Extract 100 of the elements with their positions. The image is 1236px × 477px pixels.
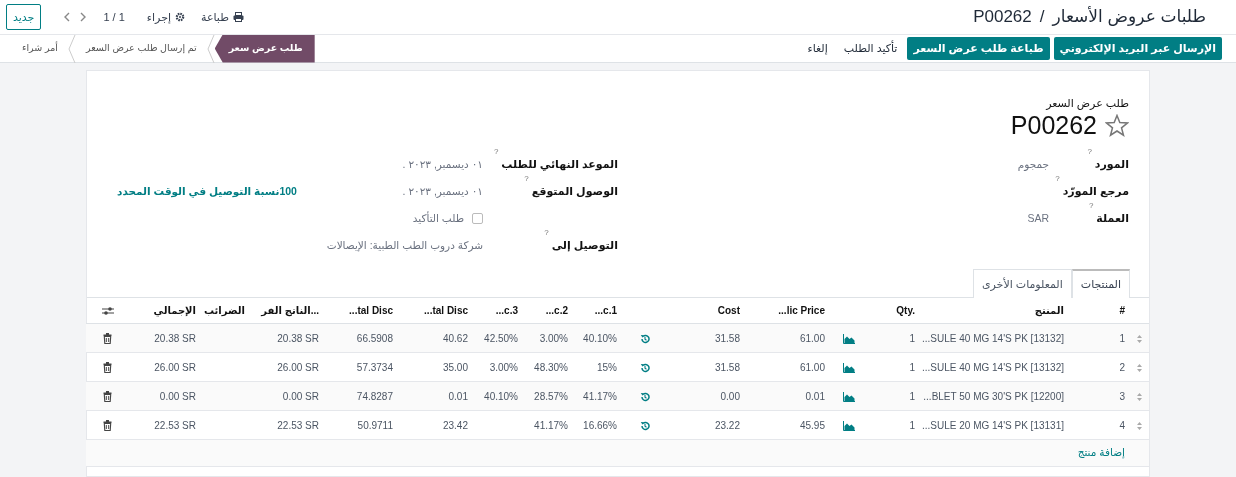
pager-value: 1 / 1 <box>103 9 125 25</box>
checkbox[interactable] <box>472 213 483 224</box>
column-header[interactable]: ...الناتج الفر <box>261 302 319 318</box>
column-header[interactable]: Qty. <box>896 302 915 318</box>
trash-icon[interactable] <box>103 362 112 374</box>
breadcrumb-separator: / <box>1039 6 1045 29</box>
action-button[interactable]: الإرسال عبر البريد الإلكتروني <box>1053 37 1222 60</box>
table-cell-text: 40.10% <box>583 331 617 346</box>
table-cell-text: 1 <box>909 331 915 346</box>
table-cell-text: 0.00 <box>720 389 740 404</box>
star-icon[interactable] <box>1105 113 1129 137</box>
column-header[interactable]: الضرائب <box>203 302 245 318</box>
field-value: ٠١ ديسمبر, ٢٠٢٣ . <box>402 183 483 200</box>
table-cell-text: 35.00 <box>442 360 468 375</box>
table-cell-text: 1 <box>1119 331 1125 346</box>
add-line-link[interactable]: إضافة منتج <box>1077 445 1125 461</box>
table-cell-text: 57.3734 <box>356 360 393 375</box>
status-step[interactable]: طلب عرض سعر <box>214 34 315 63</box>
area-chart-icon[interactable] <box>843 362 855 373</box>
area-chart-icon[interactable] <box>843 420 855 431</box>
tab[interactable]: المعلومات الأخرى <box>972 269 1072 298</box>
table-cell-text: 26.00 SR <box>277 360 319 375</box>
drag-handle-icon[interactable] <box>1135 420 1143 431</box>
history-icon[interactable] <box>640 333 650 344</box>
area-chart-icon[interactable] <box>843 391 855 402</box>
field-label: الوصول المتوقع <box>531 184 618 200</box>
checkbox-label: طلب التأكيد <box>412 210 464 226</box>
record-subtitle: طلب عرض السعر <box>1044 96 1129 112</box>
chevron-left-icon[interactable] <box>63 12 72 22</box>
breadcrumb-link[interactable]: طلبات عروض الأسعار <box>1052 4 1206 30</box>
table-cell-text: 4 <box>1119 418 1125 433</box>
table-cell-text: 31.58 <box>714 331 740 346</box>
drag-handle-icon[interactable] <box>1135 333 1143 344</box>
trash-icon[interactable] <box>103 333 112 345</box>
history-icon[interactable] <box>640 362 650 373</box>
field-value: SAR <box>1027 210 1049 226</box>
printer-icon <box>232 12 244 22</box>
table-cell-text: 26.00 SR <box>154 360 196 375</box>
table-cell-text: 48.30% <box>534 360 568 375</box>
field-value: جمجوم <box>1017 156 1049 173</box>
field-label: المورد <box>1094 157 1129 173</box>
table-cell-text: 74.8287 <box>356 389 393 404</box>
settings-sliders-icon[interactable] <box>101 306 114 317</box>
chevron-right-icon[interactable] <box>79 12 88 22</box>
table-cell-text: 20.38 SR <box>277 331 319 346</box>
column-header[interactable]: ...tal Disc <box>349 302 393 318</box>
table-cell-text: 1 <box>909 389 915 404</box>
status-step[interactable]: تم إرسال طلب عرض السعر <box>75 34 207 63</box>
table-cell-text: 0.00 SR <box>282 389 319 404</box>
table-cell-text: 1 <box>909 360 915 375</box>
column-header[interactable]: # <box>1119 302 1125 318</box>
action-menu[interactable]: إجراء <box>146 8 185 26</box>
table-cell-text: ...SULE 40 MG 14'S PK [13132] <box>922 331 1064 346</box>
table-cell-text: 41.17% <box>534 418 568 433</box>
table-cell-text: 3 <box>1119 389 1125 404</box>
action-button[interactable]: طباعة طلب عرض السعر <box>907 37 1050 60</box>
action-button[interactable]: إلغاء <box>801 37 834 60</box>
record-title: P00262 <box>973 6 1032 29</box>
table-cell-text: ...SULE 20 MG 14'S PK [13131] <box>922 418 1064 433</box>
trash-icon[interactable] <box>103 391 112 403</box>
print-menu[interactable]: طباعة <box>201 8 244 26</box>
history-icon[interactable] <box>640 391 650 402</box>
column-header[interactable]: ...c.1 <box>594 302 617 318</box>
table-cell-text: 41.17% <box>583 389 617 404</box>
table-cell-text: 22.53 SR <box>154 418 196 433</box>
status-step[interactable]: أمر شراء <box>12 34 68 63</box>
table-cell-text: 61.00 <box>799 360 825 375</box>
drag-handle-icon[interactable] <box>1135 391 1143 402</box>
field-label: مرجع المورّد <box>1062 184 1129 200</box>
column-header[interactable]: ...lic Price <box>778 302 825 318</box>
field-label: الموعد النهائي للطلب <box>501 157 618 173</box>
table-cell-text: 40.10% <box>484 389 518 404</box>
stat-link[interactable]: 100نسبة التوصيل في الوقت المحدد <box>117 183 297 200</box>
table-cell-text: 42.50% <box>484 331 518 346</box>
table-cell-text: 1 <box>909 418 915 433</box>
column-header[interactable]: الإجمالي <box>153 302 196 318</box>
table-cell-text: 28.57% <box>534 389 568 404</box>
table-cell-text: 0.00 SR <box>159 389 196 404</box>
history-icon[interactable] <box>640 420 650 431</box>
table-cell-text: 0.01 <box>448 389 468 404</box>
trash-icon[interactable] <box>103 420 112 432</box>
action-button[interactable]: تأكيد الطلب <box>837 37 904 60</box>
column-header[interactable]: ...c.2 <box>545 302 568 318</box>
field-label: العملة <box>1096 211 1129 227</box>
table-cell-text: 15% <box>597 360 617 375</box>
column-header[interactable]: ...tal Disc <box>424 302 468 318</box>
tab[interactable]: المنتجات <box>1071 269 1130 298</box>
new-button[interactable]: جديد <box>6 3 42 31</box>
table-cell-text: 23.42 <box>442 418 468 433</box>
table-cell-text: 3.00% <box>539 331 568 346</box>
drag-handle-icon[interactable] <box>1135 362 1143 373</box>
column-header[interactable]: Cost <box>717 302 740 318</box>
chevron-divider-icon <box>67 34 76 63</box>
table-cell-text: 2 <box>1119 360 1125 375</box>
table-cell-text: 45.95 <box>799 418 825 433</box>
table-cell-text: 66.5908 <box>356 331 393 346</box>
column-header[interactable]: المنتج <box>1034 302 1064 318</box>
column-header[interactable]: ...c.3 <box>495 302 518 318</box>
area-chart-icon[interactable] <box>843 333 855 344</box>
table-cell-text: 0.01 <box>805 389 825 404</box>
